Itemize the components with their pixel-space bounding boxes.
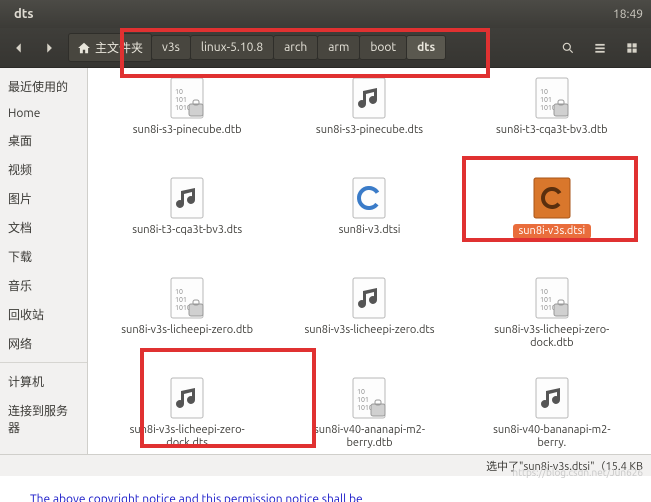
file-name-label: sun8i-t3-cqa3t-bv3.dtb xyxy=(496,124,608,137)
forward-button[interactable] xyxy=(36,35,62,61)
file-name-label: sun8i-v40-ananapi-m2-berry.dtb xyxy=(299,424,439,449)
file-item[interactable]: sun8i-v3.dtsi xyxy=(280,174,458,270)
file-name-label: sun8i-s3-pinecube.dts xyxy=(316,124,423,137)
sidebar-item-trash[interactable]: 回收站 xyxy=(0,300,87,329)
file-name-label: sun8i-v3s-licheepi-zero.dtb xyxy=(121,324,253,337)
file-item[interactable]: sun8i-t3-cqa3t-bv3.dts xyxy=(98,174,276,270)
breadcrumb: 主文件夹 v3s linux-5.10.8 arch arm boot dts xyxy=(68,33,445,62)
file-item[interactable]: sun8i-v3s-licheepi-zero-dock.dts xyxy=(98,374,276,454)
bin-file-icon xyxy=(528,74,576,122)
breadcrumb-item[interactable]: boot xyxy=(359,35,407,60)
statusbar: 选中了"sun8i-v3s.dtsi"（15.4 KB xyxy=(0,454,651,476)
music-file-icon xyxy=(163,174,211,222)
file-name-label: sun8i-v3s-licheepi-zero.dts xyxy=(304,324,434,337)
file-item[interactable]: sun8i-v3s-licheepi-zero-dock.dtb xyxy=(463,274,641,370)
sidebar-item-connect-server[interactable]: 连接到服务器 xyxy=(0,396,87,442)
sidebar-item-recent[interactable]: 最近使用的 xyxy=(0,72,87,101)
music-file-icon xyxy=(528,374,576,422)
file-name-label: sun8i-v3s.dtsi xyxy=(513,224,592,239)
file-name-label: sun8i-v3.dtsi xyxy=(339,224,401,237)
file-item[interactable]: sun8i-v3s.dtsi xyxy=(463,174,641,270)
bin-file-icon xyxy=(345,374,393,422)
sidebar-item-pictures[interactable]: 图片 xyxy=(0,184,87,213)
breadcrumb-item[interactable]: linux-5.10.8 xyxy=(190,35,274,60)
home-icon xyxy=(77,41,91,55)
file-name-label: sun8i-v3s-licheepi-zero-dock.dtb xyxy=(482,324,622,349)
search-button[interactable] xyxy=(555,35,581,61)
status-text: 选中了"sun8i-v3s.dtsi"（15.4 KB xyxy=(486,458,643,474)
terminal-snippet: The above copyright notice and this perm… xyxy=(0,476,651,502)
c-file-icon xyxy=(345,174,393,222)
window-titlebar: dts 18:49 xyxy=(0,0,651,28)
file-item[interactable]: sun8i-v3s-licheepi-zero.dts xyxy=(280,274,458,370)
clock-time: 18:49 xyxy=(613,8,643,21)
bin-file-icon xyxy=(163,74,211,122)
bin-file-icon xyxy=(163,274,211,322)
file-item[interactable]: sun8i-t3-cqa3t-bv3.dtb xyxy=(463,74,641,170)
sidebar-item-videos[interactable]: 视频 xyxy=(0,155,87,184)
sidebar-separator xyxy=(0,362,87,363)
sidebar-item-downloads[interactable]: 下载 xyxy=(0,242,87,271)
sidebar-item-documents[interactable]: 文档 xyxy=(0,213,87,242)
breadcrumb-item[interactable]: arm xyxy=(317,35,360,60)
file-grid-area[interactable]: sun8i-s3-pinecube.dtb sun8i-s3-pinecube.d… xyxy=(88,68,651,454)
file-item[interactable]: sun8i-s3-pinecube.dtb xyxy=(98,74,276,170)
back-button[interactable] xyxy=(6,35,32,61)
music-file-icon xyxy=(163,374,211,422)
music-file-icon xyxy=(345,74,393,122)
file-name-label: sun8i-s3-pinecube.dtb xyxy=(133,124,242,137)
sidebar-item-network[interactable]: 网络 xyxy=(0,329,87,358)
file-item[interactable]: sun8i-v3s-licheepi-zero.dtb xyxy=(98,274,276,370)
view-list-button[interactable] xyxy=(587,35,613,61)
file-name-label: sun8i-v3s-licheepi-zero-dock.dts xyxy=(117,424,257,449)
sidebar-item-music[interactable]: 音乐 xyxy=(0,271,87,300)
breadcrumb-home[interactable]: 主文件夹 xyxy=(68,33,152,62)
sidebar: 最近使用的 Home 桌面 视频 图片 文档 下载 音乐 回收站 网络 计算机 … xyxy=(0,68,88,454)
csel-file-icon xyxy=(528,174,576,222)
file-item[interactable]: sun8i-v40-bananapi-m2-berry. xyxy=(463,374,641,454)
breadcrumb-item-current[interactable]: dts xyxy=(406,35,446,60)
sidebar-item-home[interactable]: Home xyxy=(0,101,87,126)
bin-file-icon xyxy=(528,274,576,322)
music-file-icon xyxy=(345,274,393,322)
breadcrumb-item[interactable]: v3s xyxy=(151,35,191,60)
toolbar: 主文件夹 v3s linux-5.10.8 arch arm boot dts xyxy=(0,28,651,68)
file-item[interactable]: sun8i-s3-pinecube.dts xyxy=(280,74,458,170)
footer-line: The above copyright notice and this perm… xyxy=(24,493,362,502)
view-grid-button[interactable] xyxy=(619,35,645,61)
sidebar-item-computer[interactable]: 计算机 xyxy=(0,367,87,396)
file-name-label: sun8i-v40-bananapi-m2-berry. xyxy=(482,424,622,449)
breadcrumb-item[interactable]: arch xyxy=(273,35,318,60)
sidebar-item-desktop[interactable]: 桌面 xyxy=(0,126,87,155)
breadcrumb-home-label: 主文件夹 xyxy=(95,39,143,56)
file-name-label: sun8i-t3-cqa3t-bv3.dts xyxy=(132,224,242,237)
window-title: dts xyxy=(14,7,34,21)
file-item[interactable]: sun8i-v40-ananapi-m2-berry.dtb xyxy=(280,374,458,454)
